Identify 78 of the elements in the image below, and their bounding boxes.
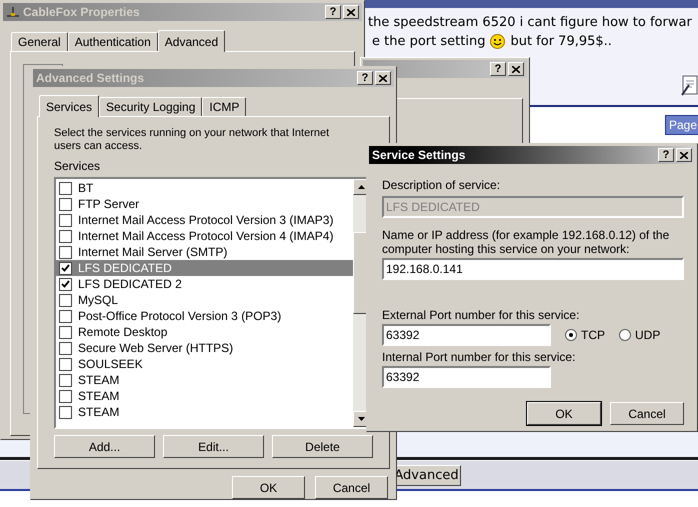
- checkbox[interactable]: [59, 246, 72, 258]
- service-row[interactable]: Internet Mail Access Protocol Version 3 (IMAP3): [56, 212, 353, 228]
- checkbox[interactable]: [59, 214, 72, 226]
- checkbox[interactable]: [59, 406, 72, 418]
- checkbox[interactable]: [59, 294, 72, 306]
- service-row[interactable]: FTP Server: [56, 196, 353, 212]
- radio-button[interactable]: UDP: [619, 326, 660, 344]
- checkbox[interactable]: [59, 278, 72, 290]
- service-row[interactable]: MySQL: [56, 292, 353, 308]
- tab[interactable]: Security Logging: [99, 97, 202, 116]
- service-row[interactable]: Secure Web Server (HTTPS): [56, 340, 353, 356]
- network-icon: [6, 6, 20, 18]
- checkbox[interactable]: [59, 390, 72, 402]
- close-button[interactable]: [375, 71, 391, 85]
- service-row[interactable]: Internet Mail Access Protocol Version 4 (IMAP4): [56, 228, 353, 244]
- service-row[interactable]: Remote Desktop: [56, 324, 353, 340]
- dialog-button[interactable]: OK: [527, 402, 601, 425]
- close-button[interactable]: [676, 148, 692, 162]
- service-row[interactable]: LFS DEDICATED: [56, 260, 353, 276]
- help-button[interactable]: ?: [325, 5, 341, 19]
- dialog-button[interactable]: OK: [232, 476, 305, 499]
- close-button[interactable]: [343, 5, 359, 19]
- field-label: External Port number for this service:: [382, 307, 580, 324]
- tab[interactable]: Advanced: [158, 30, 226, 52]
- service-row[interactable]: LFS DEDICATED 2: [56, 276, 353, 292]
- dialog-button[interactable]: Add...: [54, 435, 155, 458]
- help-button[interactable]: ?: [658, 148, 674, 162]
- close-button[interactable]: [508, 62, 524, 76]
- dialog-button[interactable]: Cancel: [610, 402, 684, 425]
- radio-button[interactable]: TCP: [565, 326, 605, 344]
- down-arrow-icon[interactable]: [358, 417, 364, 421]
- post-text: e the port setting: [372, 33, 486, 51]
- checkbox[interactable]: [59, 198, 72, 210]
- tab[interactable]: General: [11, 32, 68, 51]
- checkbox[interactable]: [59, 230, 72, 242]
- field-label: Description of service:: [382, 177, 502, 194]
- close-icon: [512, 66, 520, 72]
- close-icon: [379, 74, 387, 82]
- window-title: CableFox Properties: [23, 4, 140, 21]
- dialog-button[interactable]: Cancel: [315, 476, 388, 499]
- service-row[interactable]: STEAM: [56, 372, 353, 388]
- checkbox[interactable]: [59, 182, 72, 194]
- service-row[interactable]: STEAM: [56, 404, 353, 420]
- service-row[interactable]: SOULSEEK: [56, 356, 353, 372]
- tab[interactable]: ICMP: [202, 97, 246, 116]
- window-title: Advanced Settings: [36, 70, 144, 87]
- document-icon: [680, 75, 698, 97]
- post-text: the speedstream 6520 i cant figure how to forwar: [368, 14, 692, 32]
- service-row[interactable]: BT: [56, 180, 353, 196]
- text-field[interactable]: 63392: [382, 324, 551, 346]
- checkbox[interactable]: [59, 374, 72, 386]
- text-field[interactable]: 192.168.0.141: [382, 258, 684, 280]
- window-title: Service Settings: [372, 147, 466, 164]
- help-button[interactable]: ?: [490, 62, 506, 76]
- checkbox[interactable]: [59, 310, 72, 322]
- description-text: Select the services running on your network that Internet users can access.: [54, 127, 330, 153]
- smiley-icon: [490, 34, 506, 50]
- checkbox[interactable]: [59, 342, 72, 354]
- service-row[interactable]: STEAM: [56, 388, 353, 404]
- help-button[interactable]: ?: [357, 71, 373, 85]
- field-label: Internal Port number for this service:: [382, 349, 576, 366]
- page-button[interactable]: Page: [665, 115, 698, 135]
- field-label: Name or IP address (for example 192.168.0.12) of the computer hosting this service on your network:: [382, 228, 670, 256]
- checkbox[interactable]: [59, 358, 72, 370]
- up-arrow-icon[interactable]: [358, 185, 364, 189]
- post-text: but for 79,95$..: [510, 33, 612, 51]
- dialog-button[interactable]: Edit...: [163, 435, 264, 458]
- service-row[interactable]: Internet Mail Server (SMTP): [56, 244, 353, 260]
- list-label: Services: [54, 158, 102, 175]
- dialog-button[interactable]: Delete: [272, 435, 373, 458]
- checkbox[interactable]: [59, 262, 72, 274]
- tab[interactable]: Authentication: [68, 32, 158, 51]
- service-row[interactable]: Post-Office Protocol Version 3 (POP3): [56, 308, 353, 324]
- close-icon: [347, 8, 355, 16]
- checkbox[interactable]: [59, 326, 72, 338]
- text-field[interactable]: 63392: [382, 366, 551, 388]
- tab[interactable]: Services: [39, 95, 100, 117]
- close-icon: [680, 152, 688, 158]
